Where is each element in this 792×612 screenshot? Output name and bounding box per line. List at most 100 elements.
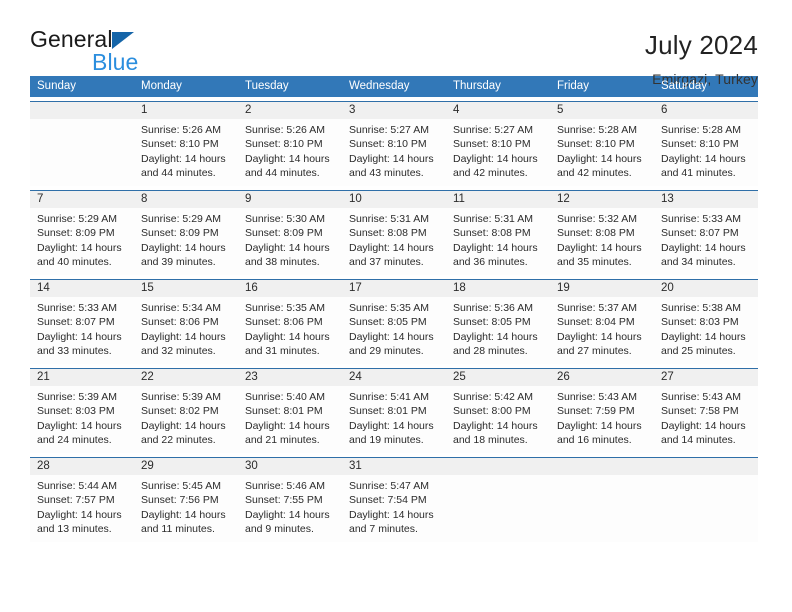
day-cell[interactable]: Sunrise: 5:45 AM Sunset: 7:56 PM Dayligh… — [134, 475, 238, 542]
daylight-line-1: Daylight: 14 hours — [661, 419, 746, 432]
day-number: 8 — [141, 193, 148, 205]
daylight-line-1: Daylight: 14 hours — [245, 508, 330, 521]
daylight-line-2: and 21 minutes. — [245, 434, 320, 447]
day-number: 10 — [349, 193, 362, 205]
sunset-line: Sunset: 8:05 PM — [453, 316, 531, 329]
day-number: 29 — [141, 460, 154, 472]
day-cell[interactable]: Sunrise: 5:43 AM Sunset: 7:59 PM Dayligh… — [550, 386, 654, 453]
day-cell[interactable]: Sunrise: 5:38 AM Sunset: 8:03 PM Dayligh… — [654, 297, 758, 364]
daylight-line-2: and 31 minutes. — [245, 345, 320, 358]
day-cell[interactable]: Sunrise: 5:40 AM Sunset: 8:01 PM Dayligh… — [238, 386, 342, 453]
day-cell[interactable]: Sunrise: 5:31 AM Sunset: 8:08 PM Dayligh… — [342, 208, 446, 275]
day-cell[interactable]: Sunrise: 5:27 AM Sunset: 8:10 PM Dayligh… — [342, 119, 446, 186]
daylight-line-1: Daylight: 14 hours — [453, 419, 538, 432]
daylight-line-2: and 28 minutes. — [453, 345, 528, 358]
sunrise-line: Sunrise: 5:26 AM — [245, 124, 325, 136]
day-number: 26 — [557, 371, 570, 383]
week-row: 28 29 30 31 Sunrise: 5:44 AM Sunset: 7:5… — [30, 457, 758, 542]
week-day-number-band: 7 8 9 10 11 12 13 — [30, 191, 758, 208]
sunrise-line: Sunrise: 5:34 AM — [141, 302, 221, 314]
week-body-row: Sunrise: 5:39 AM Sunset: 8:03 PM Dayligh… — [30, 386, 758, 453]
sunset-line: Sunset: 8:08 PM — [349, 227, 427, 240]
daylight-line-2: and 14 minutes. — [661, 434, 736, 447]
week-row: 1 2 3 4 5 6 Sunrise: 5:26 AM Sunset: 8:1… — [30, 101, 758, 186]
day-cell[interactable]: Sunrise: 5:42 AM Sunset: 8:00 PM Dayligh… — [446, 386, 550, 453]
day-cell[interactable] — [446, 475, 550, 542]
day-number: 5 — [557, 104, 564, 116]
daylight-line-1: Daylight: 14 hours — [245, 419, 330, 432]
weekday-header-monday: Monday — [141, 80, 182, 92]
weekday-header-wednesday: Wednesday — [349, 80, 410, 92]
daylight-line-1: Daylight: 14 hours — [245, 330, 330, 343]
sunset-line: Sunset: 8:07 PM — [37, 316, 115, 329]
general-blue-logo[interactable]: General Blue — [30, 28, 180, 78]
sunrise-line: Sunrise: 5:33 AM — [661, 213, 741, 225]
day-cell[interactable]: Sunrise: 5:26 AM Sunset: 8:10 PM Dayligh… — [238, 119, 342, 186]
weekday-header-saturday: Saturday — [661, 80, 708, 92]
daylight-line-1: Daylight: 14 hours — [349, 241, 434, 254]
daylight-line-2: and 27 minutes. — [557, 345, 632, 358]
sunrise-line: Sunrise: 5:29 AM — [141, 213, 221, 225]
day-cell[interactable] — [550, 475, 654, 542]
daylight-line-2: and 42 minutes. — [453, 167, 528, 180]
day-cell[interactable]: Sunrise: 5:36 AM Sunset: 8:05 PM Dayligh… — [446, 297, 550, 364]
sunrise-line: Sunrise: 5:39 AM — [37, 391, 117, 403]
day-cell[interactable]: Sunrise: 5:31 AM Sunset: 8:08 PM Dayligh… — [446, 208, 550, 275]
day-cell[interactable]: Sunrise: 5:30 AM Sunset: 8:09 PM Dayligh… — [238, 208, 342, 275]
sunrise-line: Sunrise: 5:29 AM — [37, 213, 117, 225]
sunset-line: Sunset: 8:10 PM — [661, 138, 739, 151]
day-cell[interactable]: Sunrise: 5:33 AM Sunset: 8:07 PM Dayligh… — [30, 297, 134, 364]
day-cell[interactable]: Sunrise: 5:33 AM Sunset: 8:07 PM Dayligh… — [654, 208, 758, 275]
sunrise-line: Sunrise: 5:27 AM — [453, 124, 533, 136]
week-body-row: Sunrise: 5:26 AM Sunset: 8:10 PM Dayligh… — [30, 119, 758, 186]
sunset-line: Sunset: 8:09 PM — [141, 227, 219, 240]
day-cell[interactable]: Sunrise: 5:35 AM Sunset: 8:05 PM Dayligh… — [342, 297, 446, 364]
sunrise-line: Sunrise: 5:46 AM — [245, 480, 325, 492]
day-cell[interactable]: Sunrise: 5:29 AM Sunset: 8:09 PM Dayligh… — [30, 208, 134, 275]
day-cell[interactable]: Sunrise: 5:37 AM Sunset: 8:04 PM Dayligh… — [550, 297, 654, 364]
daylight-line-2: and 33 minutes. — [37, 345, 112, 358]
day-cell[interactable]: Sunrise: 5:29 AM Sunset: 8:09 PM Dayligh… — [134, 208, 238, 275]
sunrise-line: Sunrise: 5:45 AM — [141, 480, 221, 492]
sunset-line: Sunset: 8:02 PM — [141, 405, 219, 418]
week-body-row: Sunrise: 5:29 AM Sunset: 8:09 PM Dayligh… — [30, 208, 758, 275]
daylight-line-1: Daylight: 14 hours — [453, 241, 538, 254]
day-number: 30 — [245, 460, 258, 472]
sunset-line: Sunset: 7:58 PM — [661, 405, 739, 418]
sunset-line: Sunset: 8:06 PM — [141, 316, 219, 329]
day-cell[interactable]: Sunrise: 5:41 AM Sunset: 8:01 PM Dayligh… — [342, 386, 446, 453]
sunset-line: Sunset: 7:54 PM — [349, 494, 427, 507]
day-cell[interactable]: Sunrise: 5:32 AM Sunset: 8:08 PM Dayligh… — [550, 208, 654, 275]
day-number: 17 — [349, 282, 362, 294]
sunrise-line: Sunrise: 5:33 AM — [37, 302, 117, 314]
day-cell[interactable] — [654, 475, 758, 542]
week-day-number-band: 14 15 16 17 18 19 20 — [30, 280, 758, 297]
day-number: 28 — [37, 460, 50, 472]
weekday-header-row: Sunday Monday Tuesday Wednesday Thursday… — [30, 76, 758, 97]
day-cell[interactable]: Sunrise: 5:27 AM Sunset: 8:10 PM Dayligh… — [446, 119, 550, 186]
day-cell[interactable]: Sunrise: 5:28 AM Sunset: 8:10 PM Dayligh… — [550, 119, 654, 186]
calendar-grid: Sunday Monday Tuesday Wednesday Thursday… — [30, 76, 758, 542]
sunset-line: Sunset: 8:09 PM — [245, 227, 323, 240]
sunset-line: Sunset: 8:05 PM — [349, 316, 427, 329]
day-cell[interactable] — [30, 119, 134, 186]
day-number: 31 — [349, 460, 362, 472]
day-cell[interactable]: Sunrise: 5:35 AM Sunset: 8:06 PM Dayligh… — [238, 297, 342, 364]
daylight-line-1: Daylight: 14 hours — [245, 152, 330, 165]
sunrise-line: Sunrise: 5:36 AM — [453, 302, 533, 314]
day-cell[interactable]: Sunrise: 5:26 AM Sunset: 8:10 PM Dayligh… — [134, 119, 238, 186]
day-cell[interactable]: Sunrise: 5:46 AM Sunset: 7:55 PM Dayligh… — [238, 475, 342, 542]
day-cell[interactable]: Sunrise: 5:47 AM Sunset: 7:54 PM Dayligh… — [342, 475, 446, 542]
day-number — [550, 458, 654, 475]
day-cell[interactable]: Sunrise: 5:34 AM Sunset: 8:06 PM Dayligh… — [134, 297, 238, 364]
day-cell[interactable]: Sunrise: 5:28 AM Sunset: 8:10 PM Dayligh… — [654, 119, 758, 186]
day-cell[interactable]: Sunrise: 5:43 AM Sunset: 7:58 PM Dayligh… — [654, 386, 758, 453]
day-cell[interactable]: Sunrise: 5:39 AM Sunset: 8:03 PM Dayligh… — [30, 386, 134, 453]
day-cell[interactable]: Sunrise: 5:44 AM Sunset: 7:57 PM Dayligh… — [30, 475, 134, 542]
daylight-line-1: Daylight: 14 hours — [661, 330, 746, 343]
day-number: 11 — [453, 193, 465, 205]
day-cell[interactable]: Sunrise: 5:39 AM Sunset: 8:02 PM Dayligh… — [134, 386, 238, 453]
daylight-line-2: and 39 minutes. — [141, 256, 216, 269]
daylight-line-2: and 37 minutes. — [349, 256, 424, 269]
daylight-line-2: and 9 minutes. — [245, 523, 314, 536]
